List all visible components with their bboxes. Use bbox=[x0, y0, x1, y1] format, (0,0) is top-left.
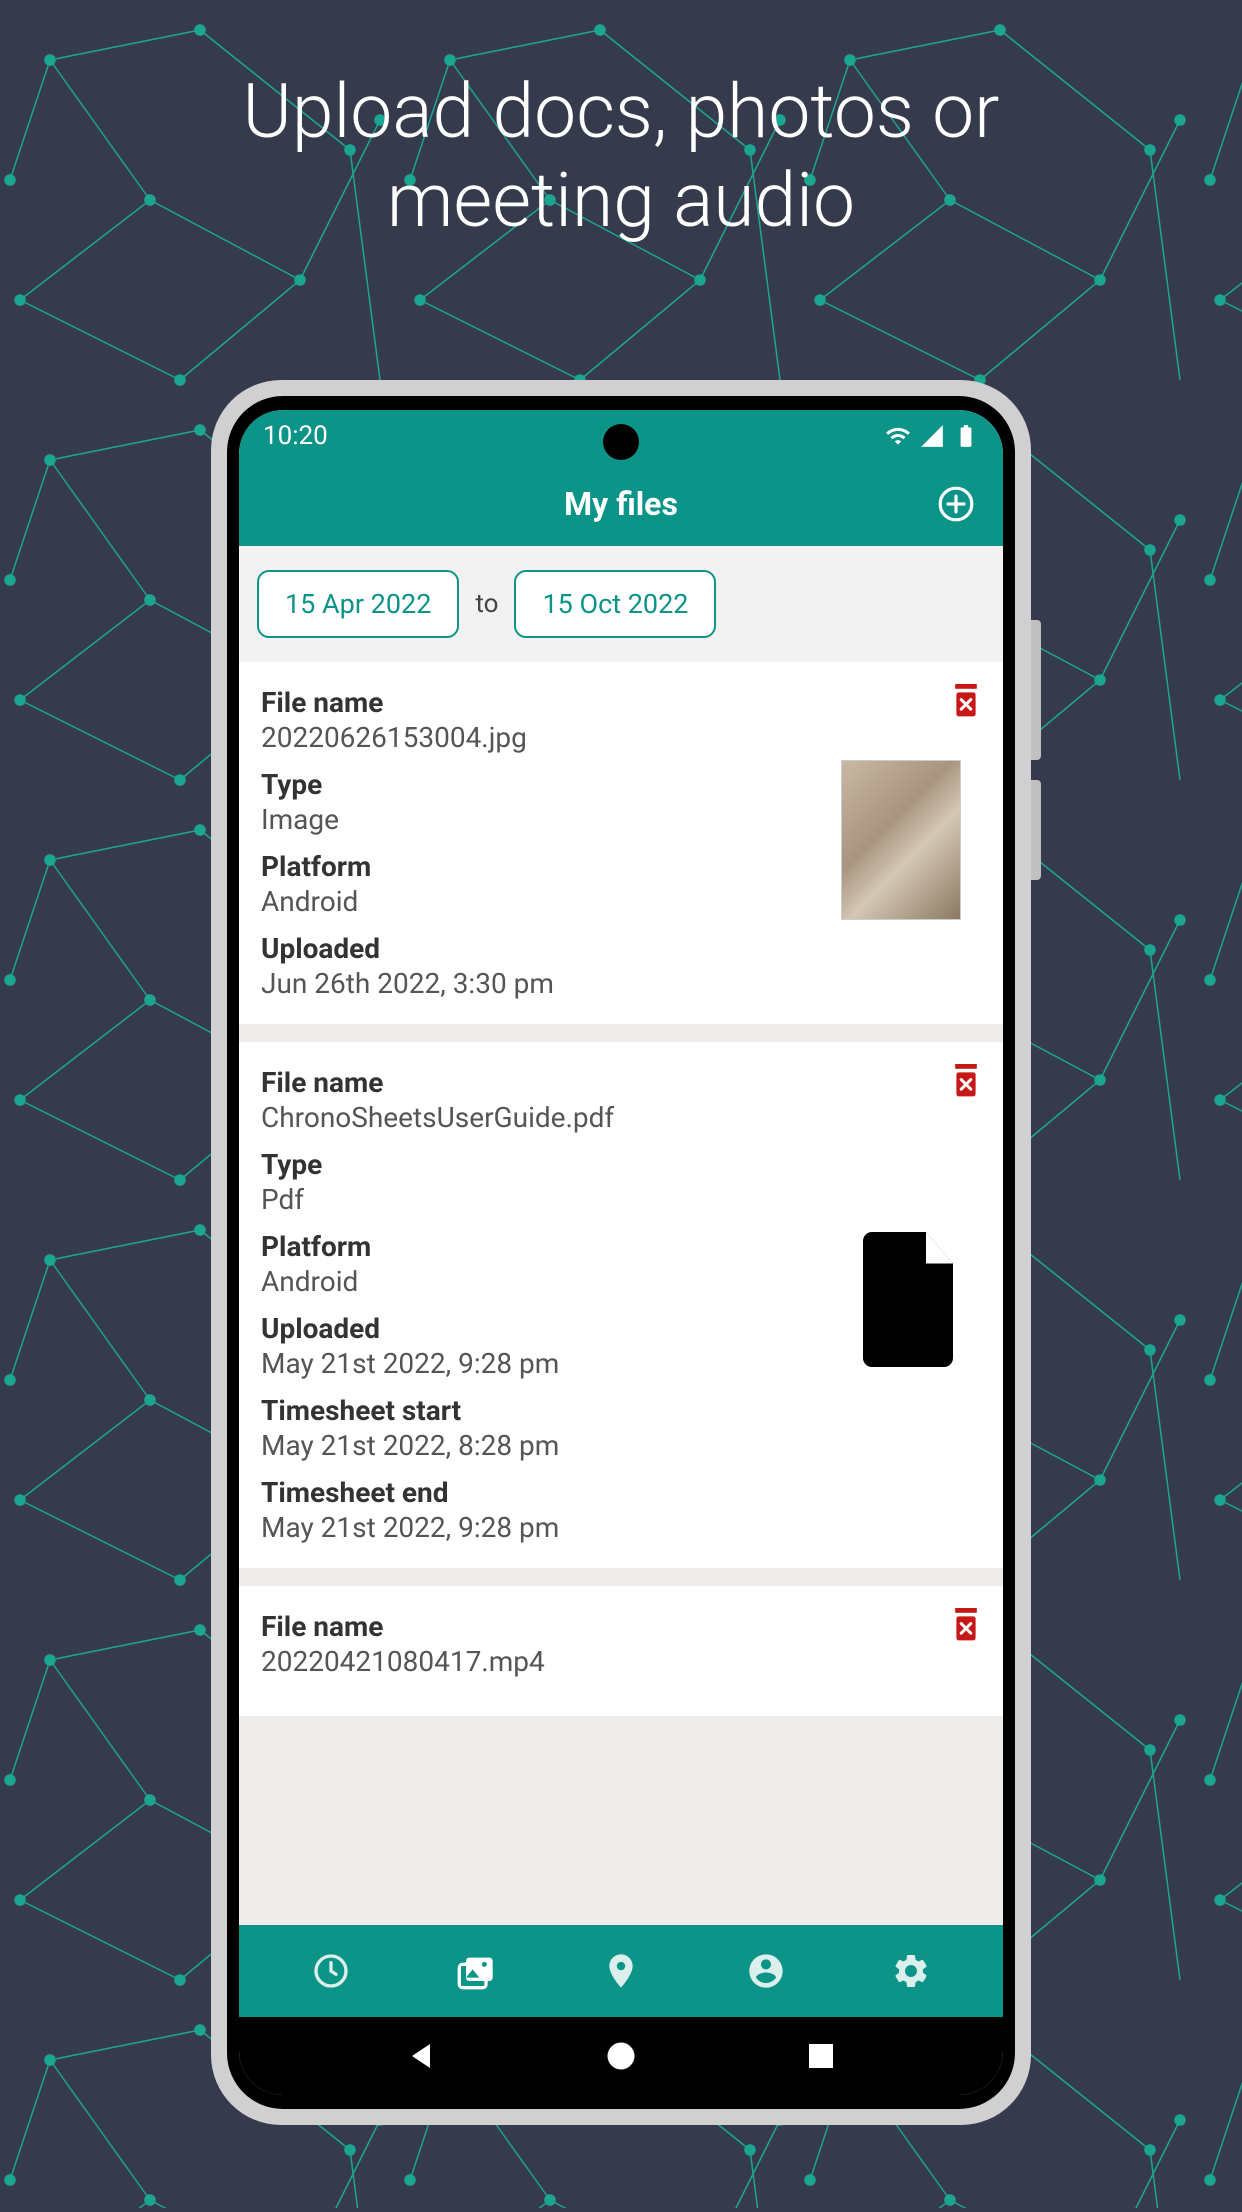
wifi-icon bbox=[885, 423, 911, 449]
system-nav bbox=[239, 2017, 1003, 2095]
sys-recent[interactable] bbox=[803, 2038, 839, 2074]
delete-button[interactable] bbox=[951, 1608, 981, 1644]
back-triangle-icon bbox=[403, 2038, 439, 2074]
date-separator: to bbox=[475, 589, 498, 619]
pin-icon bbox=[601, 1951, 641, 1991]
delete-button[interactable] bbox=[951, 1064, 981, 1100]
status-time: 10:20 bbox=[263, 421, 328, 451]
field-label-filename: File name bbox=[261, 1066, 981, 1099]
gear-icon bbox=[891, 1951, 931, 1991]
field-value-timesheet-start: May 21st 2022, 8:28 pm bbox=[261, 1429, 981, 1462]
circle-icon bbox=[603, 2038, 639, 2074]
field-value-type: Pdf bbox=[261, 1183, 981, 1216]
field-value-uploaded: Jun 26th 2022, 3:30 pm bbox=[261, 967, 981, 1000]
nav-location[interactable] bbox=[598, 1948, 644, 1994]
camera-notch bbox=[603, 424, 639, 460]
delete-button[interactable] bbox=[951, 684, 981, 720]
nav-files[interactable] bbox=[453, 1948, 499, 1994]
document-icon[interactable] bbox=[853, 1232, 963, 1367]
field-label-uploaded: Uploaded bbox=[261, 932, 981, 965]
signal-icon bbox=[919, 423, 945, 449]
phone-frame: 10:20 My files 15 Apr 2022 to 15 Oct 202… bbox=[211, 380, 1031, 2125]
field-value-filename: 20220421080417.mp4 bbox=[261, 1645, 981, 1678]
promo-headline: Upload docs, photos or meeting audio bbox=[0, 68, 1242, 245]
field-label-timesheet-end: Timesheet end bbox=[261, 1476, 981, 1509]
plus-circle-icon bbox=[937, 485, 975, 523]
file-list[interactable]: File name 20220626153004.jpg Type Image … bbox=[239, 662, 1003, 1925]
trash-icon bbox=[951, 1608, 981, 1644]
date-from-button[interactable]: 15 Apr 2022 bbox=[257, 570, 459, 638]
nav-settings[interactable] bbox=[888, 1948, 934, 1994]
bottom-nav bbox=[239, 1925, 1003, 2017]
square-icon bbox=[803, 2038, 839, 2074]
trash-icon bbox=[951, 1064, 981, 1100]
image-thumbnail[interactable] bbox=[841, 760, 961, 920]
nav-time[interactable] bbox=[308, 1948, 354, 1994]
field-value-filename: ChronoSheetsUserGuide.pdf bbox=[261, 1101, 981, 1134]
file-card[interactable]: File name 20220421080417.mp4 bbox=[239, 1586, 1003, 1716]
page-title: My files bbox=[564, 485, 678, 523]
date-filter: 15 Apr 2022 to 15 Oct 2022 bbox=[239, 546, 1003, 662]
field-label-type: Type bbox=[261, 1148, 981, 1181]
battery-icon bbox=[953, 423, 979, 449]
phone-side-button bbox=[1031, 780, 1041, 880]
clock-icon bbox=[311, 1951, 351, 1991]
status-icons bbox=[885, 423, 979, 449]
date-to-button[interactable]: 15 Oct 2022 bbox=[514, 570, 716, 638]
field-value-timesheet-end: May 21st 2022, 9:28 pm bbox=[261, 1511, 981, 1544]
app-header: My files bbox=[239, 462, 1003, 546]
field-value-filename: 20220626153004.jpg bbox=[261, 721, 981, 754]
trash-icon bbox=[951, 684, 981, 720]
phone-side-button bbox=[1031, 620, 1041, 760]
sys-home[interactable] bbox=[603, 2038, 639, 2074]
photos-icon bbox=[456, 1951, 496, 1991]
field-label-filename: File name bbox=[261, 686, 981, 719]
field-label-filename: File name bbox=[261, 1610, 981, 1643]
file-card[interactable]: File name ChronoSheetsUserGuide.pdf Type… bbox=[239, 1042, 1003, 1568]
add-button[interactable] bbox=[937, 485, 975, 523]
person-icon bbox=[746, 1951, 786, 1991]
nav-profile[interactable] bbox=[743, 1948, 789, 1994]
sys-back[interactable] bbox=[403, 2038, 439, 2074]
field-label-timesheet-start: Timesheet start bbox=[261, 1394, 981, 1427]
file-card[interactable]: File name 20220626153004.jpg Type Image … bbox=[239, 662, 1003, 1024]
